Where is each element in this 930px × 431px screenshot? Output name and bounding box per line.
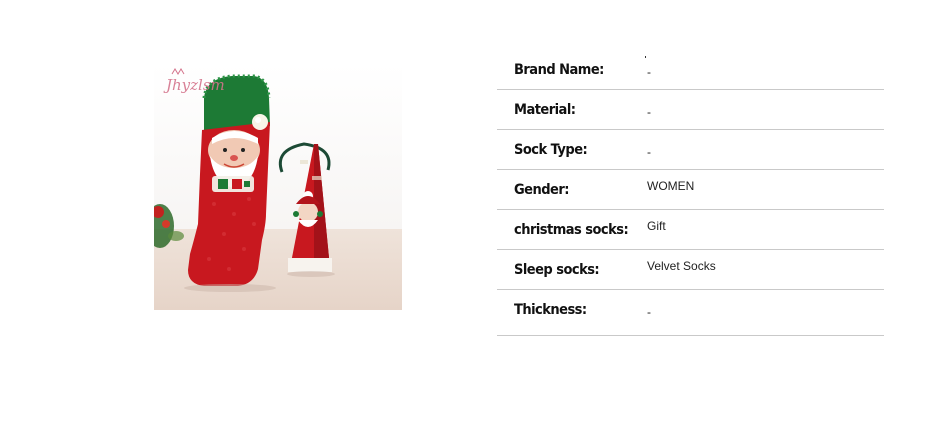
spec-label: Gender: (514, 182, 569, 198)
svg-text:Jhyzlsm: Jhyzlsm (163, 76, 225, 94)
spec-row-brand-name: Brand Name: - (497, 50, 884, 90)
product-image: Jhyzlsm (154, 64, 402, 310)
spec-label: Brand Name: (514, 62, 604, 78)
spec-row-gender: Gender: WOMEN (497, 170, 884, 210)
spec-value: WOMEN (647, 179, 695, 193)
spec-row-thickness: Thickness: - (497, 290, 884, 336)
spec-value: Gift (647, 219, 666, 233)
spec-label: christmas socks: (514, 222, 629, 238)
spec-table: Brand Name: - Material: - Sock Type: - G… (497, 50, 884, 336)
spec-label: Sock Type: (514, 142, 588, 158)
spec-value: - (647, 305, 651, 319)
spec-row-sock-type: Sock Type: - (497, 130, 884, 170)
spec-row-material: Material: - (497, 90, 884, 130)
spec-value: - (647, 65, 651, 79)
spec-label: Material: (514, 102, 576, 118)
spec-value: - (647, 105, 651, 119)
spec-label: Sleep socks: (514, 262, 600, 278)
spec-row-christmas-socks: christmas socks: Gift (497, 210, 884, 250)
spec-row-sleep-socks: Sleep socks: Velvet Socks (497, 250, 884, 290)
spec-label: Thickness: (514, 302, 587, 318)
spec-value: Velvet Socks (647, 259, 716, 273)
spec-value: - (647, 145, 651, 159)
